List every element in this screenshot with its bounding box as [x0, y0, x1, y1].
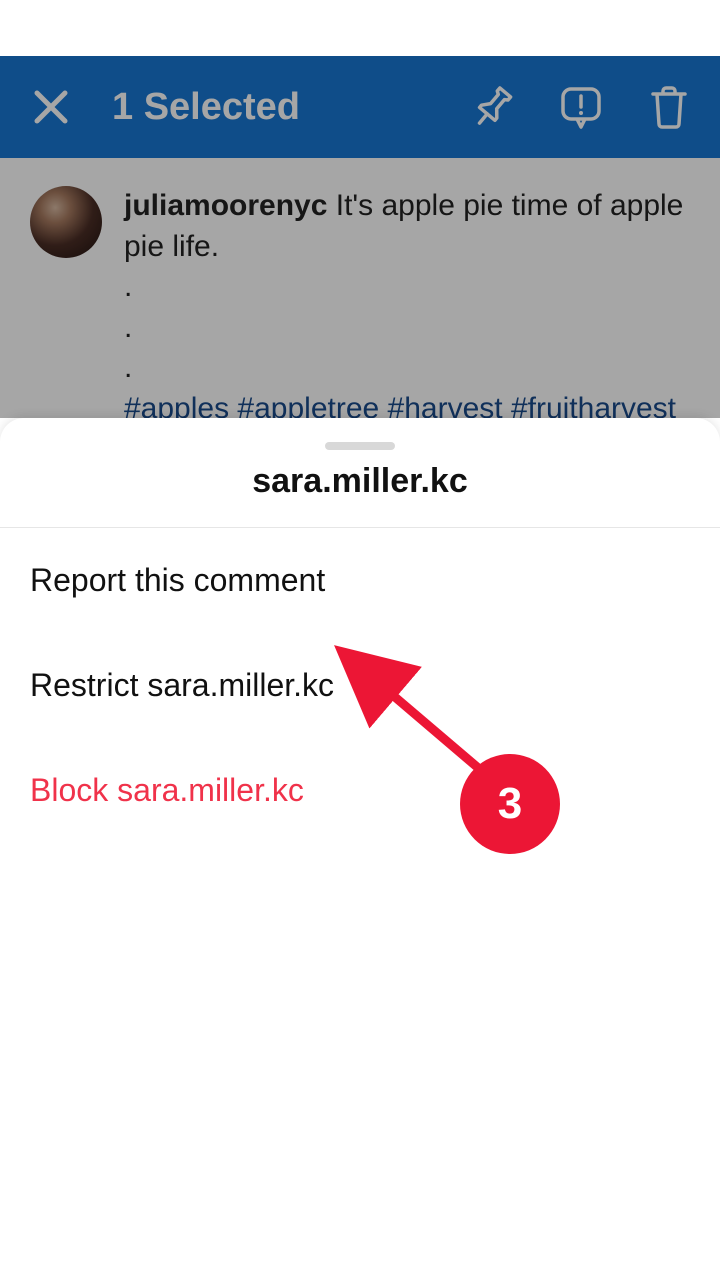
sheet-item-report[interactable]: Report this comment [0, 528, 720, 633]
dot-line: . [124, 267, 684, 308]
trash-icon [644, 82, 694, 132]
close-button[interactable] [26, 82, 76, 132]
sheet-item-block[interactable]: Block sara.miller.kc [0, 738, 720, 843]
screen: 1 Selected [0, 0, 720, 1280]
status-bar-gap [0, 0, 720, 56]
sheet-item-restrict[interactable]: Restrict sara.miller.kc [0, 633, 720, 738]
report-button[interactable] [556, 82, 606, 132]
dot-line: . [124, 348, 684, 389]
header-actions [468, 82, 694, 132]
selection-count-title: 1 Selected [112, 86, 468, 129]
sheet-title: sara.miller.kc [0, 462, 720, 528]
report-bubble-icon [556, 82, 606, 132]
action-sheet: sara.miller.kc Report this comment Restr… [0, 418, 720, 1280]
delete-button[interactable] [644, 82, 694, 132]
avatar[interactable] [30, 186, 102, 258]
post-username[interactable]: juliamoorenyc [124, 189, 327, 222]
close-icon [31, 87, 71, 127]
selection-header: 1 Selected [0, 56, 720, 158]
pin-icon [468, 82, 518, 132]
sheet-grabber[interactable] [325, 442, 395, 450]
pin-button[interactable] [468, 82, 518, 132]
dot-line: . [124, 308, 684, 349]
